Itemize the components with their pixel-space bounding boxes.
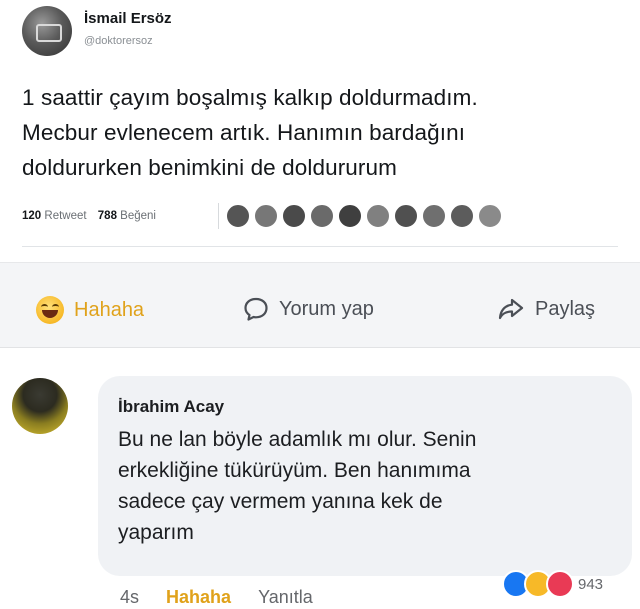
tweet-text-line: doldururken benimkini de doldururum — [22, 155, 397, 180]
comment-label: Yorum yap — [279, 297, 374, 320]
tweet-divider — [22, 246, 618, 247]
reaction-action-bar: Hahaha Yorum yap Paylaş — [0, 262, 640, 348]
retweet-count[interactable]: 120 — [22, 210, 41, 222]
comment-bubble: İbrahim Acay Bu ne lan böyle adamlık mı … — [98, 376, 632, 576]
retweet-label[interactable]: Retweet — [44, 210, 86, 222]
tweet-stats: 120 Retweet 788 Beğeni — [22, 210, 156, 222]
like-count[interactable]: 788 — [98, 210, 117, 222]
liker-avatar[interactable] — [254, 204, 278, 228]
tweet-text-line: 1 saattir çayım boşalmış kalkıp doldurma… — [22, 85, 478, 110]
liker-avatar[interactable] — [394, 204, 418, 228]
comment-meta: 4s Hahaha Yanıtla — [120, 587, 313, 608]
reply-link[interactable]: Yanıtla — [258, 587, 313, 607]
commenter-avatar[interactable] — [12, 378, 68, 434]
stats-divider — [218, 203, 219, 229]
liker-avatar[interactable] — [226, 204, 250, 228]
comment-section: İbrahim Acay Bu ne lan böyle adamlık mı … — [0, 348, 640, 609]
comment-button[interactable]: Yorum yap — [243, 296, 374, 322]
author-name[interactable]: İsmail Ersöz — [84, 10, 172, 27]
comment-text-line: yaparım — [118, 521, 194, 544]
comment-text-line: sadece çay vermem yanına kek de — [118, 490, 443, 513]
tweet-card: İsmail Ersöz @doktorersoz 1 saattir çayı… — [0, 0, 640, 262]
comment-text-line: erkekliğine tükürüyüm. Ben hanımıma — [118, 459, 471, 482]
share-button[interactable]: Paylaş — [497, 296, 595, 322]
tweet-text: 1 saattir çayım boşalmış kalkıp doldurma… — [22, 80, 632, 185]
liker-avatar[interactable] — [478, 204, 502, 228]
comment-text-line: Bu ne lan böyle adamlık mı olur. Senin — [118, 428, 477, 451]
liker-avatar[interactable] — [422, 204, 446, 228]
author-handle[interactable]: @doktorersoz — [84, 35, 153, 47]
comment-reactions[interactable]: 943 — [502, 570, 604, 598]
reaction-count: 943 — [578, 575, 604, 593]
liker-avatar[interactable] — [310, 204, 334, 228]
haha-emoji-icon — [36, 296, 64, 324]
author-avatar[interactable] — [22, 6, 72, 56]
comment-text: Bu ne lan böyle adamlık mı olur. Senin e… — [118, 424, 618, 548]
haha-label: Hahaha — [74, 298, 145, 321]
haha-button[interactable]: Hahaha — [36, 296, 144, 324]
love-reaction-icon — [546, 570, 574, 598]
bar-divider-top — [0, 262, 640, 263]
liker-avatar[interactable] — [282, 204, 306, 228]
share-label: Paylaş — [535, 297, 596, 320]
liker-avatar[interactable] — [450, 204, 474, 228]
share-arrow-icon — [497, 296, 525, 322]
commenter-name[interactable]: İbrahim Acay — [118, 397, 224, 417]
liker-avatar[interactable] — [338, 204, 362, 228]
comment-time[interactable]: 4s — [120, 587, 139, 607]
like-label[interactable]: Beğeni — [120, 210, 156, 222]
liker-avatar[interactable] — [366, 204, 390, 228]
comment-bubble-icon — [243, 296, 269, 322]
tweet-text-line: Mecbur evlenecem artık. Hanımın bardağın… — [22, 120, 466, 145]
comment-haha-link[interactable]: Hahaha — [166, 587, 231, 607]
